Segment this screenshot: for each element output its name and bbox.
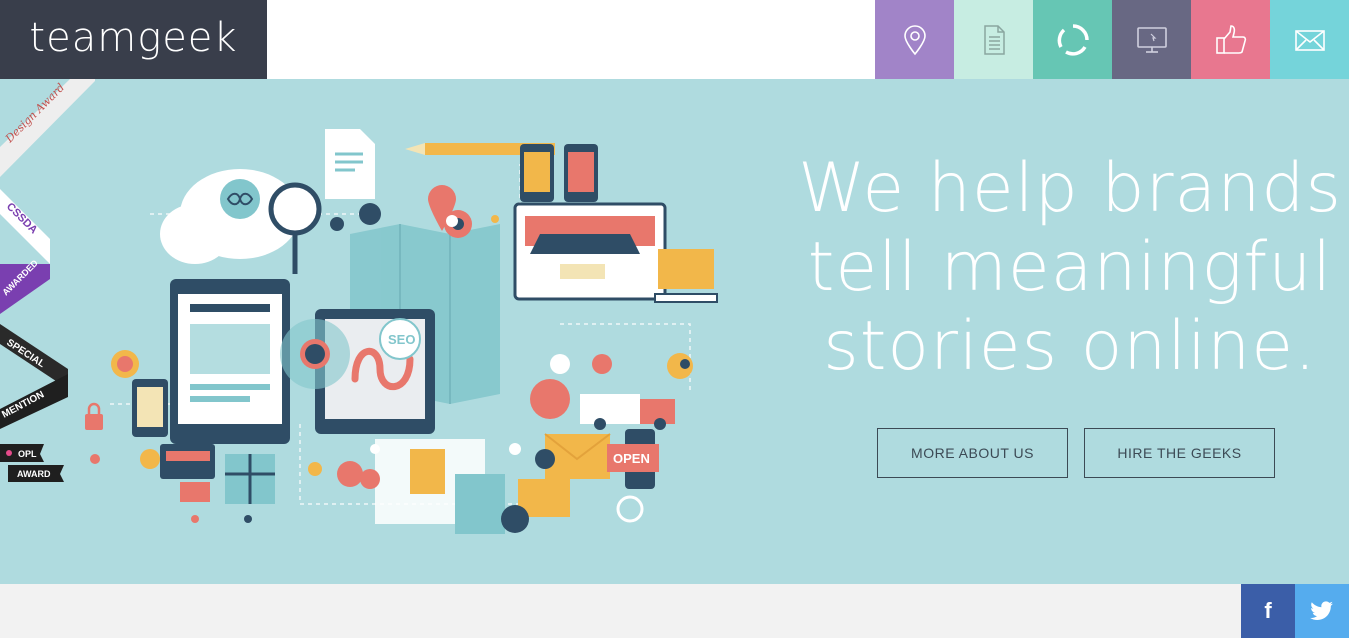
facebook-icon: f bbox=[1264, 598, 1272, 623]
nav-item-location[interactable] bbox=[875, 0, 954, 79]
truck-graphic bbox=[580, 394, 675, 430]
nav-item-contact[interactable] bbox=[1270, 0, 1349, 79]
twitter-icon bbox=[1310, 601, 1333, 620]
nav-item-like[interactable] bbox=[1191, 0, 1270, 79]
hero-headline: We help brands tell meaningful stories o… bbox=[780, 149, 1349, 386]
open-sign-text: OPEN bbox=[613, 451, 650, 466]
seo-label: SEO bbox=[388, 332, 415, 347]
computer-shop-graphic bbox=[513, 202, 718, 303]
envelope-graphic bbox=[518, 433, 611, 517]
more-about-us-button[interactable]: MORE ABOUT US bbox=[877, 428, 1068, 478]
hire-the-geeks-button[interactable]: HIRE THE GEEKS bbox=[1084, 428, 1275, 478]
social-links: f bbox=[1241, 584, 1349, 638]
refresh-circle-icon bbox=[1057, 23, 1089, 56]
award-text: AWARD bbox=[17, 469, 51, 479]
gift-graphic bbox=[225, 454, 275, 504]
envelope-icon bbox=[1294, 29, 1325, 51]
headline-line: tell meaningful bbox=[807, 228, 1333, 307]
thumbs-up-icon bbox=[1215, 24, 1246, 54]
opl-award-ribbon[interactable]: OPL AWARD bbox=[0, 444, 64, 482]
nav-item-refresh[interactable] bbox=[1033, 0, 1112, 79]
headline-line: We help brands bbox=[798, 149, 1342, 228]
special-mention-ribbon[interactable]: SPECIAL MENTION bbox=[0, 324, 68, 429]
document-graphic bbox=[325, 129, 375, 199]
monitor-icon bbox=[1136, 26, 1167, 53]
nav-item-document[interactable] bbox=[954, 0, 1033, 79]
logo-text: teamgeek bbox=[29, 14, 238, 61]
phone-graphics bbox=[520, 144, 598, 202]
location-pin-icon bbox=[903, 24, 926, 55]
magnifier-icon bbox=[268, 182, 322, 236]
site-header: teamgeek bbox=[0, 0, 1349, 79]
hero-illustration: SEO OPEN bbox=[85, 129, 718, 534]
cssda-ribbon[interactable]: CSSDA AWARDED bbox=[0, 189, 50, 314]
tablet-graphic bbox=[170, 279, 290, 444]
opl-text: OPL bbox=[18, 449, 37, 459]
document-icon bbox=[983, 24, 1005, 55]
facebook-button[interactable]: f bbox=[1241, 584, 1295, 638]
logo[interactable]: teamgeek bbox=[0, 0, 267, 79]
headline-line: stories online. bbox=[823, 307, 1317, 386]
twitter-button[interactable] bbox=[1295, 584, 1349, 638]
main-nav bbox=[875, 0, 1349, 79]
hero-section: Design Award CSSDA AWARDED SPECIAL MENTI… bbox=[0, 79, 1349, 584]
open-sign-graphic: OPEN bbox=[607, 429, 659, 489]
nav-item-monitor[interactable] bbox=[1112, 0, 1191, 79]
